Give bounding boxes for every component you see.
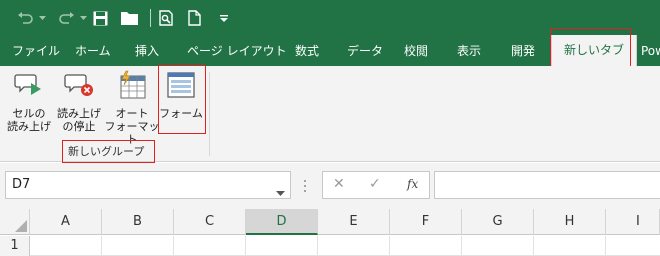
open-folder-icon[interactable] [118, 0, 140, 36]
column-header-c[interactable]: C [174, 209, 246, 235]
column-header-a[interactable]: A [30, 209, 102, 235]
cell-d1[interactable] [246, 236, 318, 256]
column-header-h[interactable]: H [534, 209, 606, 235]
print-preview-icon[interactable] [156, 0, 176, 36]
cell-g1[interactable] [462, 236, 534, 256]
tab-power[interactable]: Pow [641, 36, 660, 66]
column-header-d[interactable]: D [246, 209, 318, 235]
tab-home[interactable]: ホーム [75, 36, 111, 66]
formula-bar: D7 ✕ ✓ fx [0, 163, 660, 209]
tab-page-layout[interactable]: ページ レイアウト [187, 36, 287, 66]
cell-c1[interactable] [174, 236, 246, 256]
speak-cells-label-2: 読み上げ [7, 120, 51, 133]
column-header-f[interactable]: F [390, 209, 462, 235]
undo-icon[interactable] [14, 0, 36, 36]
cell-a1[interactable] [30, 236, 102, 256]
insert-function-icon[interactable]: fx [407, 177, 418, 191]
formula-bar-grip-icon[interactable] [303, 178, 307, 197]
tab-developer[interactable]: 開発 [511, 36, 535, 66]
column-header-b[interactable]: B [102, 209, 174, 235]
cell-e1[interactable] [318, 236, 390, 256]
group-label-highlight [62, 140, 155, 163]
spreadsheet-grid: A B C D E F G H I 1 [0, 209, 660, 256]
tab-formulas[interactable]: 数式 [295, 36, 319, 66]
name-box[interactable]: D7 [5, 171, 291, 199]
column-header-e[interactable]: E [318, 209, 390, 235]
cell-b1[interactable] [102, 236, 174, 256]
speak-cells-icon [4, 70, 54, 103]
tab-review[interactable]: 校閲 [404, 36, 428, 66]
formula-input[interactable] [434, 171, 660, 199]
new-tab-highlight [550, 28, 631, 68]
tab-data[interactable]: データ [347, 36, 383, 66]
redo-icon[interactable] [56, 0, 78, 36]
formula-buttons: ✕ ✓ fx [322, 171, 430, 199]
stop-speaking-label-2: の停止 [62, 120, 96, 133]
autoformat-button[interactable]: オート フォーマット [104, 70, 160, 146]
tab-file[interactable]: ファイル [12, 36, 60, 66]
column-header-i[interactable]: I [606, 209, 660, 235]
stop-speaking-label-1: 読み上げ [57, 107, 101, 120]
stop-speaking-button[interactable]: 読み上げ の停止 [54, 70, 104, 133]
speak-cells-label-1: セルの [12, 107, 46, 120]
qat-separator [150, 9, 151, 27]
new-document-icon[interactable] [184, 0, 204, 36]
name-box-dropdown-icon[interactable] [276, 182, 285, 201]
cell-f1[interactable] [390, 236, 462, 256]
autoformat-icon [104, 70, 160, 103]
stop-speaking-icon [54, 70, 104, 103]
tab-view[interactable]: 表示 [457, 36, 481, 66]
select-all-corner[interactable] [0, 209, 30, 235]
cancel-icon[interactable]: ✕ [333, 176, 345, 192]
save-icon[interactable] [90, 0, 110, 36]
cell-h1[interactable] [534, 236, 606, 256]
row-header-1[interactable]: 1 [0, 236, 30, 256]
form-button-highlight [158, 65, 206, 134]
undo-dropdown-icon[interactable] [37, 0, 47, 36]
cell-i1[interactable] [606, 236, 660, 256]
speak-cells-button[interactable]: セルの 読み上げ [4, 70, 54, 133]
column-header-g[interactable]: G [462, 209, 534, 235]
redo-dropdown-icon[interactable] [78, 0, 88, 36]
enter-icon[interactable]: ✓ [369, 176, 381, 192]
ribbon-group-separator [209, 72, 210, 156]
tab-insert[interactable]: 挿入 [135, 36, 159, 66]
autoformat-label-1: オート [115, 107, 149, 120]
customize-qat-icon[interactable] [218, 0, 230, 36]
